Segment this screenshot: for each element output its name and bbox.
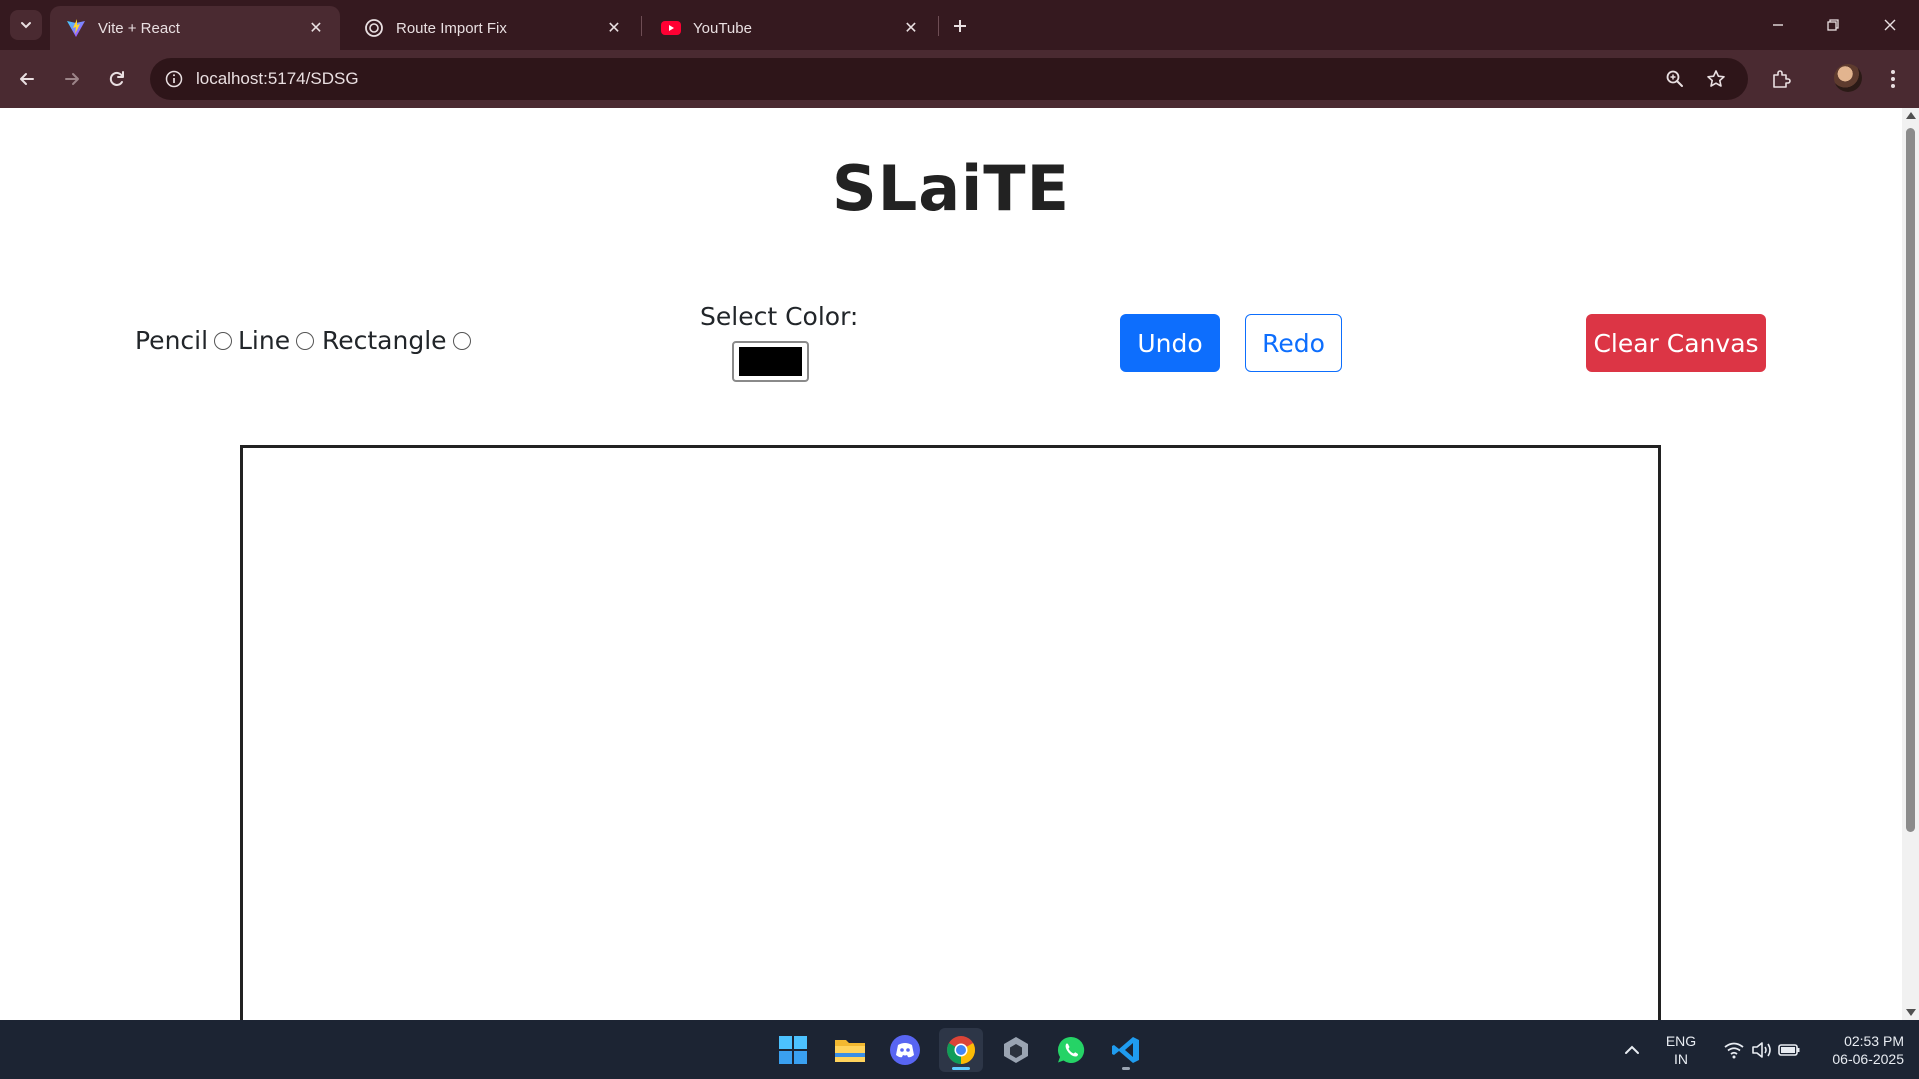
clock[interactable]: 02:53 PM 06-06-2025 <box>1814 1032 1904 1068</box>
restore-button[interactable] <box>1811 10 1855 40</box>
tool-option-pencil[interactable]: Pencil <box>135 326 233 355</box>
browser-toolbar: localhost:5174/SDSG <box>0 50 1919 108</box>
browser-tabstrip: Vite + React ✕ Route Import Fix ✕ YouTub… <box>0 0 1919 50</box>
tool-label: Pencil <box>135 326 209 355</box>
battery-icon <box>1778 1044 1800 1056</box>
new-tab-button[interactable] <box>946 12 974 40</box>
rectangle-radio[interactable] <box>452 331 471 350</box>
running-app-indicator <box>1122 1067 1130 1070</box>
tab-vite-react[interactable]: Vite + React ✕ <box>50 6 340 50</box>
close-icon[interactable]: ✕ <box>602 16 626 40</box>
close-icon <box>1884 19 1896 31</box>
clock-date: 06-06-2025 <box>1832 1051 1904 1067</box>
browser-menu-button[interactable] <box>1877 63 1909 95</box>
language-code: ENG <box>1665 1033 1697 1049</box>
color-label: Select Color: <box>700 302 859 331</box>
discord-icon <box>890 1035 920 1065</box>
discord-button[interactable] <box>883 1028 927 1072</box>
color-swatch-fill <box>739 347 802 376</box>
back-button[interactable] <box>11 63 43 95</box>
tool-option-line[interactable]: Line <box>238 326 315 355</box>
unity-button[interactable] <box>994 1028 1038 1072</box>
tool-label: Line <box>238 326 291 355</box>
scroll-down-arrow-icon[interactable] <box>1906 1009 1916 1016</box>
tab-route-import-fix[interactable]: Route Import Fix ✕ <box>348 6 638 50</box>
active-app-indicator <box>952 1067 970 1070</box>
minimize-button[interactable] <box>1756 10 1800 40</box>
windows-logo-icon <box>779 1036 807 1064</box>
tab-youtube[interactable]: YouTube ✕ <box>645 6 935 50</box>
reload-button[interactable] <box>101 63 133 95</box>
tab-separator <box>641 16 642 36</box>
clear-canvas-button[interactable]: Clear Canvas <box>1586 314 1766 372</box>
bookmark-star-icon[interactable] <box>1704 67 1728 91</box>
undo-button[interactable]: Undo <box>1120 314 1220 372</box>
tab-title: Route Import Fix <box>396 19 507 37</box>
vite-icon <box>66 18 86 38</box>
file-explorer-button[interactable] <box>828 1028 872 1072</box>
chatgpt-icon <box>364 18 384 38</box>
arrow-right-icon <box>65 73 79 85</box>
restore-icon <box>1827 19 1839 31</box>
page-title: SLaiTE <box>832 152 1070 225</box>
chrome-button[interactable] <box>939 1028 983 1072</box>
screen: Vite + React ✕ Route Import Fix ✕ YouTub… <box>0 0 1919 1079</box>
tool-label: Rectangle <box>322 326 447 355</box>
address-bar[interactable]: localhost:5174/SDSG <box>150 58 1748 100</box>
arrow-left-icon <box>20 73 34 85</box>
window-close-button[interactable] <box>1868 10 1912 40</box>
windows-start-button[interactable] <box>771 1028 815 1072</box>
extensions-button[interactable] <box>1765 63 1797 95</box>
profile-avatar[interactable] <box>1834 64 1862 92</box>
zoom-icon[interactable] <box>1663 67 1687 91</box>
vscode-button[interactable] <box>1104 1028 1148 1072</box>
tab-title: Vite + React <box>98 19 180 37</box>
reload-icon <box>109 71 124 86</box>
color-picker[interactable] <box>732 341 809 382</box>
plus-icon <box>954 20 966 32</box>
pencil-radio[interactable] <box>214 331 233 350</box>
volume-icon <box>1752 1042 1771 1058</box>
region-code: IN <box>1674 1051 1688 1067</box>
minimize-icon <box>1773 24 1783 26</box>
page-content: SLaiTE Pencil Line Rectangle Select Colo… <box>0 108 1902 1020</box>
scroll-up-arrow-icon[interactable] <box>1906 112 1916 119</box>
chevron-down-icon <box>21 22 31 29</box>
forward-button[interactable] <box>56 63 88 95</box>
close-icon[interactable]: ✕ <box>899 16 923 40</box>
close-icon[interactable]: ✕ <box>304 16 328 40</box>
tool-option-rectangle[interactable]: Rectangle <box>322 326 471 355</box>
tab-separator <box>938 16 939 36</box>
unity-icon <box>1004 1037 1028 1063</box>
vscode-icon <box>1112 1037 1139 1063</box>
folder-icon <box>835 1040 865 1062</box>
drawing-canvas[interactable] <box>240 445 1661 1020</box>
language-indicator[interactable]: ENG IN <box>1656 1032 1706 1068</box>
show-hidden-icons-button[interactable] <box>1610 1028 1654 1072</box>
more-vertical-icon <box>1891 70 1895 88</box>
page-scrollbar[interactable] <box>1902 108 1919 1020</box>
whatsapp-icon <box>1057 1036 1085 1063</box>
scroll-thumb[interactable] <box>1906 128 1915 832</box>
whatsapp-button[interactable] <box>1049 1028 1093 1072</box>
clock-time: 02:53 PM <box>1844 1033 1904 1049</box>
system-status-button[interactable] <box>1714 1028 1810 1072</box>
site-info-icon[interactable] <box>162 67 186 91</box>
wifi-icon <box>1724 1042 1744 1059</box>
redo-button[interactable]: Redo <box>1245 314 1342 372</box>
url-text: localhost:5174/SDSG <box>196 69 359 88</box>
taskbar: ENG IN 02:53 PM 06-06-2025 <box>0 1020 1919 1079</box>
chevron-up-icon <box>1625 1045 1639 1054</box>
puzzle-icon <box>1773 70 1791 88</box>
line-radio[interactable] <box>296 331 315 350</box>
tab-title: YouTube <box>693 19 752 37</box>
youtube-icon <box>661 18 681 38</box>
tab-search-button[interactable] <box>10 10 42 40</box>
chrome-icon <box>947 1036 975 1064</box>
